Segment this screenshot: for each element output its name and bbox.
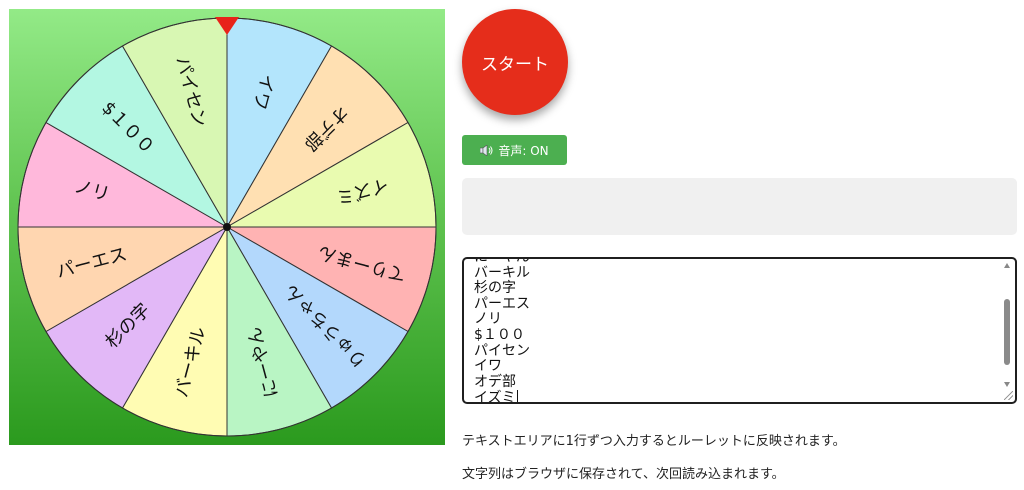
textarea-line: $１００ [474, 326, 525, 343]
textarea-line: パイセン [474, 342, 530, 359]
wheel-center-pin [223, 223, 231, 231]
help-text-input: テキストエリアに1行ずつ入力するとルーレットに反映されます。 [462, 434, 846, 449]
help-text-storage: 文字列はブラウザに保存されて、次回読み込まれます。 [462, 467, 785, 482]
textarea-content: にーやん バーキル 杉の字 パーエス ノリ $１００ パイセン イワ オデ部 イズミ [474, 259, 530, 404]
names-textarea[interactable]: にーやん バーキル 杉の字 パーエス ノリ $１００ パイセン イワ オデ部 イズミ [462, 257, 1017, 404]
roulette-page: イワ オデ部 イズミ てりーまん りゅうちゃん にーやん バーキル 杉の字 パーエス ノリ $１００… [0, 0, 1024, 490]
textarea-line: オデ部 [474, 373, 516, 390]
textarea-line: 杉の字 [474, 280, 516, 297]
sound-toggle-label: 音声: ON [498, 143, 549, 158]
textarea-line: イズミ [474, 390, 518, 404]
scroll-up-icon[interactable] [1004, 263, 1010, 268]
speaker-icon [480, 144, 493, 156]
textarea-line: パーエス [474, 295, 530, 312]
text-caret [516, 390, 518, 402]
sound-toggle-button[interactable]: 音声: ON [462, 135, 567, 165]
resize-grip-icon[interactable] [1004, 391, 1013, 400]
textarea-line: バーキル [474, 264, 530, 281]
scroll-thumb[interactable] [1004, 299, 1010, 365]
textarea-line: ノリ [474, 311, 502, 328]
textarea-line: イワ [474, 358, 502, 375]
textarea-scrollbar[interactable] [1002, 261, 1013, 391]
wheel-panel: イワ オデ部 イズミ てりーまん りゅうちゃん にーやん バーキル 杉の字 パーエス ノリ $１００… [9, 9, 445, 445]
result-display [462, 178, 1017, 235]
scroll-down-icon[interactable] [1004, 382, 1010, 387]
roulette-wheel[interactable]: イワオデ部イズミてりーまんりゅうちゃんにーやんバーキル杉の字パーエスノリ$１００… [9, 9, 445, 445]
start-button[interactable]: スタート [462, 9, 568, 115]
